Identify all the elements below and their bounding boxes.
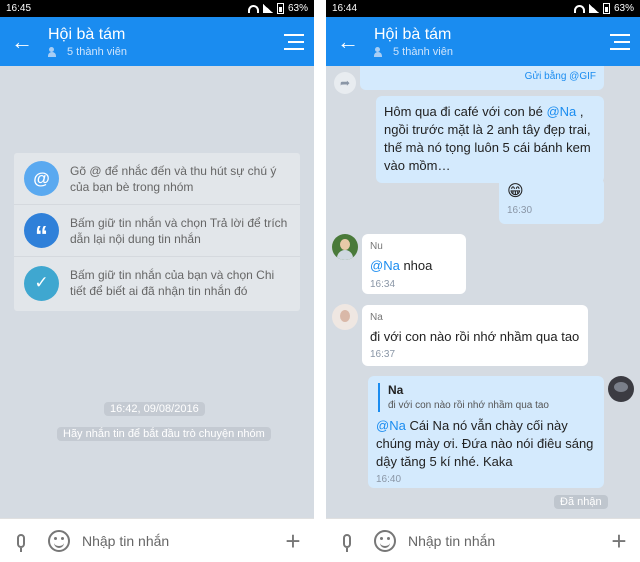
message-bubble[interactable]: Nu @Na nhoa 16:34 <box>362 234 466 294</box>
message-bubble[interactable]: Na đi với con nào rồi nhớ nhầm qua tao 1… <box>362 305 588 366</box>
app-bar: ← Hội bà tám 5 thành viên <box>0 17 314 66</box>
delivered-status: Đã nhận <box>554 495 608 509</box>
members-icon <box>48 47 62 57</box>
group-chat-empty-screen: 16:45 63% ← Hội bà tám 5 thành viên @ Gõ… <box>0 0 314 562</box>
signal-icon <box>262 4 273 13</box>
menu-icon[interactable] <box>274 17 314 66</box>
at-icon: @ <box>24 161 59 196</box>
status-time: 16:45 <box>6 3 32 14</box>
mention: @Na <box>370 258 400 273</box>
message-bubble[interactable]: Hôm qua đi café với con bé @Na , ngồi tr… <box>376 96 604 183</box>
message-text: đi với con nào rồi nhớ nhầm qua tao <box>370 329 580 344</box>
quoted-sender: Na <box>388 383 404 397</box>
tip-text: Bấm giữ tin nhắn của bạn và chọn Chi tiế… <box>70 268 275 298</box>
grin-emoji: 😁 <box>507 183 524 200</box>
status-bar: 16:45 63% <box>0 0 314 17</box>
battery-icon <box>602 3 610 14</box>
forward-icon[interactable]: ➦ <box>334 72 356 94</box>
member-count: 5 thành viên <box>393 46 453 58</box>
message-text: Hôm qua đi café với con bé <box>384 104 547 119</box>
message-time: 16:30 <box>507 205 533 216</box>
microphone-icon[interactable] <box>8 528 34 554</box>
start-chat-hint: Hãy nhắn tin để bắt đầu trò chuyện nhóm <box>57 427 271 441</box>
tip-details: ✓ Bấm giữ tin nhắn của bạn và chọn Chi t… <box>14 257 300 309</box>
date-divider: 16:42, 09/08/2016 <box>104 402 205 416</box>
group-chat-screen: 16:44 63% ← Hội bà tám 5 thành viên Gửi … <box>326 0 640 562</box>
mention: @Na <box>546 104 577 119</box>
composer-bar: Nhập tin nhắn + <box>326 518 640 562</box>
tip-text: Gõ @ để nhắc đến và thu hút sự chú ý của… <box>70 163 277 194</box>
tip-text: Bấm giữ tin nhắn và chọn Trả lời để tríc… <box>70 215 288 246</box>
wifi-icon <box>573 4 585 13</box>
avatar[interactable] <box>608 376 634 402</box>
signal-icon <box>588 4 599 13</box>
message-time: 16:40 <box>376 474 402 485</box>
menu-icon[interactable] <box>600 17 640 66</box>
app-bar: ← Hội bà tám 5 thành viên <box>326 17 640 66</box>
tips-card: @ Gõ @ để nhắc đến và thu hút sự chú ý c… <box>14 153 300 311</box>
emoji-icon[interactable] <box>374 529 396 552</box>
avatar[interactable] <box>332 304 358 330</box>
quoted-message[interactable]: Na đi với con nào rồi nhớ nhầm qua tao <box>378 383 596 412</box>
message-time: 16:34 <box>370 279 396 290</box>
plus-icon[interactable]: + <box>606 528 632 554</box>
reply-message-bubble[interactable]: Na đi với con nào rồi nhớ nhầm qua tao @… <box>368 376 604 488</box>
tip-mention: @ Gõ @ để nhắc đến và thu hút sự chú ý c… <box>14 153 300 205</box>
chat-header[interactable]: Hội bà tám 5 thành viên <box>370 25 600 58</box>
message-input[interactable]: Nhập tin nhắn <box>396 533 606 549</box>
battery-icon <box>276 3 284 14</box>
quote-icon: “ <box>24 213 59 250</box>
message-bubble[interactable]: 😁 16:30 <box>499 178 604 224</box>
sender-name: Na <box>370 312 383 323</box>
battery-level: 63% <box>287 3 308 14</box>
message-text: nhoa <box>399 258 433 273</box>
quoted-text: đi với con nào rồi nhớ nhầm qua tao <box>388 400 549 411</box>
battery-level: 63% <box>613 3 634 14</box>
gif-source-label: Gửi bằng @GIF <box>524 71 596 82</box>
member-count: 5 thành viên <box>67 46 127 58</box>
tip-reply: “ Bấm giữ tin nhắn và chọn Trả lời để tr… <box>14 205 300 257</box>
check-icon: ✓ <box>24 265 59 301</box>
sender-name: Nu <box>370 241 383 252</box>
composer-bar: Nhập tin nhắn + <box>0 518 314 562</box>
wifi-icon <box>247 4 259 13</box>
group-title: Hội bà tám <box>374 26 452 43</box>
mention: @Na <box>376 418 406 433</box>
back-arrow-icon[interactable]: ← <box>326 17 370 66</box>
message-time: 16:37 <box>370 349 396 360</box>
message-text: Cái Na nó vẫn chày cối này chúng mày ơi.… <box>376 418 594 469</box>
status-bar: 16:44 63% <box>326 0 640 17</box>
microphone-icon[interactable] <box>334 528 360 554</box>
back-arrow-icon[interactable]: ← <box>0 17 44 66</box>
status-time: 16:44 <box>332 3 358 14</box>
avatar[interactable] <box>332 234 358 260</box>
group-title: Hội bà tám <box>48 26 126 43</box>
emoji-icon[interactable] <box>48 529 70 552</box>
members-icon <box>374 47 388 57</box>
chat-header[interactable]: Hội bà tám 5 thành viên <box>44 25 274 58</box>
plus-icon[interactable]: + <box>280 528 306 554</box>
message-input[interactable]: Nhập tin nhắn <box>70 533 280 549</box>
